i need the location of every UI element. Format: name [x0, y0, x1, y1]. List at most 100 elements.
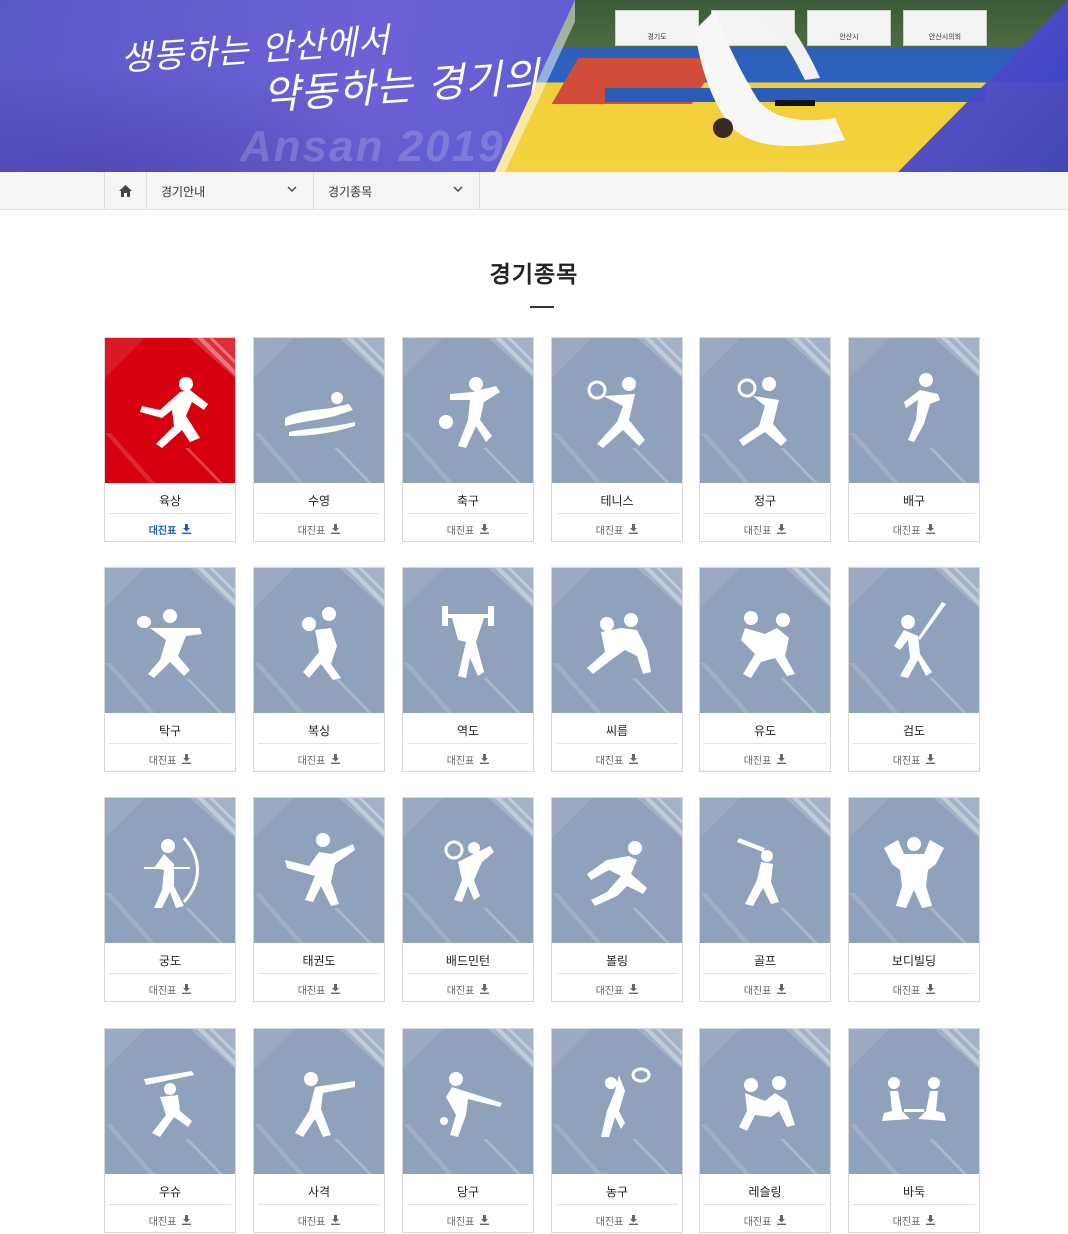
sport-name[interactable]: 볼링	[552, 952, 682, 969]
sport-image[interactable]	[849, 798, 979, 943]
breadcrumb-home[interactable]	[104, 172, 146, 210]
sport-image[interactable]	[700, 338, 830, 483]
sport-image[interactable]	[552, 798, 682, 943]
sport-name[interactable]: 유도	[700, 722, 830, 739]
sport-card[interactable]: 우슈대진표	[104, 1028, 236, 1233]
sport-image[interactable]	[552, 1029, 682, 1174]
bracket-download-link[interactable]: 대진표	[552, 521, 682, 537]
bracket-download-link[interactable]: 대진표	[105, 1212, 235, 1228]
sport-card[interactable]: 검도대진표	[848, 567, 980, 772]
sport-name[interactable]: 배구	[849, 492, 979, 509]
sport-card[interactable]: 축구대진표	[402, 337, 534, 542]
sport-image[interactable]	[105, 568, 235, 713]
sport-image[interactable]	[403, 568, 533, 713]
sport-name[interactable]: 궁도	[105, 952, 235, 969]
bracket-download-link[interactable]: 대진표	[403, 521, 533, 537]
sport-image[interactable]	[552, 568, 682, 713]
sport-name[interactable]: 보디빌딩	[849, 952, 979, 969]
bracket-download-link[interactable]: 대진표	[700, 521, 830, 537]
sport-card[interactable]: 역도대진표	[402, 567, 534, 772]
bracket-download-link[interactable]: 대진표	[849, 1212, 979, 1228]
sport-image[interactable]	[403, 798, 533, 943]
sport-image[interactable]	[849, 1029, 979, 1174]
bracket-download-link[interactable]: 대진표	[849, 521, 979, 537]
sport-name[interactable]: 축구	[403, 492, 533, 509]
sport-card[interactable]: 배드민턴대진표	[402, 797, 534, 1002]
bracket-download-link[interactable]: 대진표	[700, 981, 830, 997]
sport-image[interactable]	[849, 338, 979, 483]
sport-name[interactable]: 씨름	[552, 722, 682, 739]
sport-name[interactable]: 테니스	[552, 492, 682, 509]
sport-card[interactable]: 사격대진표	[253, 1028, 385, 1233]
sport-card[interactable]: 농구대진표	[551, 1028, 683, 1233]
bracket-download-link[interactable]: 대진표	[552, 981, 682, 997]
breadcrumb-dropdown-guide[interactable]: 경기안내	[146, 172, 313, 210]
sport-image[interactable]	[403, 1029, 533, 1174]
sport-image[interactable]	[254, 1029, 384, 1174]
sport-name[interactable]: 사격	[254, 1183, 384, 1200]
sport-image[interactable]	[105, 798, 235, 943]
sport-name[interactable]: 육상	[105, 492, 235, 509]
bracket-download-link[interactable]: 대진표	[552, 751, 682, 767]
sport-image[interactable]	[700, 568, 830, 713]
sport-image[interactable]	[700, 1029, 830, 1174]
sport-name[interactable]: 역도	[403, 722, 533, 739]
sport-card[interactable]: 유도대진표	[699, 567, 831, 772]
sport-card[interactable]: 볼링대진표	[551, 797, 683, 1002]
bracket-download-link[interactable]: 대진표	[552, 1212, 682, 1228]
sport-name[interactable]: 탁구	[105, 722, 235, 739]
bracket-download-link[interactable]: 대진표	[105, 751, 235, 767]
bracket-download-link[interactable]: 대진표	[254, 981, 384, 997]
bracket-download-link[interactable]: 대진표	[254, 521, 384, 537]
sport-card[interactable]: 탁구대진표	[104, 567, 236, 772]
sport-card[interactable]: 궁도대진표	[104, 797, 236, 1002]
sport-card[interactable]: 테니스대진표	[551, 337, 683, 542]
sport-name[interactable]: 골프	[700, 952, 830, 969]
sport-name[interactable]: 복싱	[254, 722, 384, 739]
bracket-download-link[interactable]: 대진표	[700, 1212, 830, 1228]
sport-image[interactable]	[552, 338, 682, 483]
bracket-download-link[interactable]: 대진표	[105, 981, 235, 997]
sport-card[interactable]: 육상대진표	[104, 337, 236, 542]
sport-name[interactable]: 우슈	[105, 1183, 235, 1200]
card-divider	[853, 743, 975, 744]
sport-image[interactable]	[403, 338, 533, 483]
bracket-download-link[interactable]: 대진표	[403, 751, 533, 767]
sport-card[interactable]: 정구대진표	[699, 337, 831, 542]
sport-image[interactable]	[105, 338, 235, 483]
sport-image[interactable]	[254, 568, 384, 713]
sport-image[interactable]	[700, 798, 830, 943]
sport-name[interactable]: 레슬링	[700, 1183, 830, 1200]
sport-image[interactable]	[849, 568, 979, 713]
bracket-download-link[interactable]: 대진표	[403, 981, 533, 997]
bracket-download-link[interactable]: 대진표	[254, 1212, 384, 1228]
sport-name[interactable]: 태권도	[254, 952, 384, 969]
sport-card[interactable]: 복싱대진표	[253, 567, 385, 772]
sport-card[interactable]: 당구대진표	[402, 1028, 534, 1233]
sport-card[interactable]: 보디빌딩대진표	[848, 797, 980, 1002]
sport-name[interactable]: 수영	[254, 492, 384, 509]
bracket-download-link[interactable]: 대진표	[849, 981, 979, 997]
sport-image[interactable]	[254, 798, 384, 943]
sport-card[interactable]: 레슬링대진표	[699, 1028, 831, 1233]
sport-card[interactable]: 태권도대진표	[253, 797, 385, 1002]
sport-name[interactable]: 정구	[700, 492, 830, 509]
bracket-download-link[interactable]: 대진표	[254, 751, 384, 767]
sport-name[interactable]: 당구	[403, 1183, 533, 1200]
sport-card[interactable]: 배구대진표	[848, 337, 980, 542]
bracket-download-link[interactable]: 대진표	[403, 1212, 533, 1228]
breadcrumb-dropdown-sports[interactable]: 경기종목	[313, 172, 480, 210]
sport-image[interactable]	[105, 1029, 235, 1174]
sport-card[interactable]: 골프대진표	[699, 797, 831, 1002]
bracket-download-link[interactable]: 대진표	[700, 751, 830, 767]
sport-name[interactable]: 검도	[849, 722, 979, 739]
sport-name[interactable]: 농구	[552, 1183, 682, 1200]
sport-name[interactable]: 배드민턴	[403, 952, 533, 969]
sport-card[interactable]: 씨름대진표	[551, 567, 683, 772]
bracket-download-link[interactable]: 대진표	[105, 521, 235, 537]
sport-card[interactable]: 수영대진표	[253, 337, 385, 542]
sport-card[interactable]: 바둑대진표	[848, 1028, 980, 1233]
sport-image[interactable]	[254, 338, 384, 483]
bracket-download-link[interactable]: 대진표	[849, 751, 979, 767]
sport-name[interactable]: 바둑	[849, 1183, 979, 1200]
